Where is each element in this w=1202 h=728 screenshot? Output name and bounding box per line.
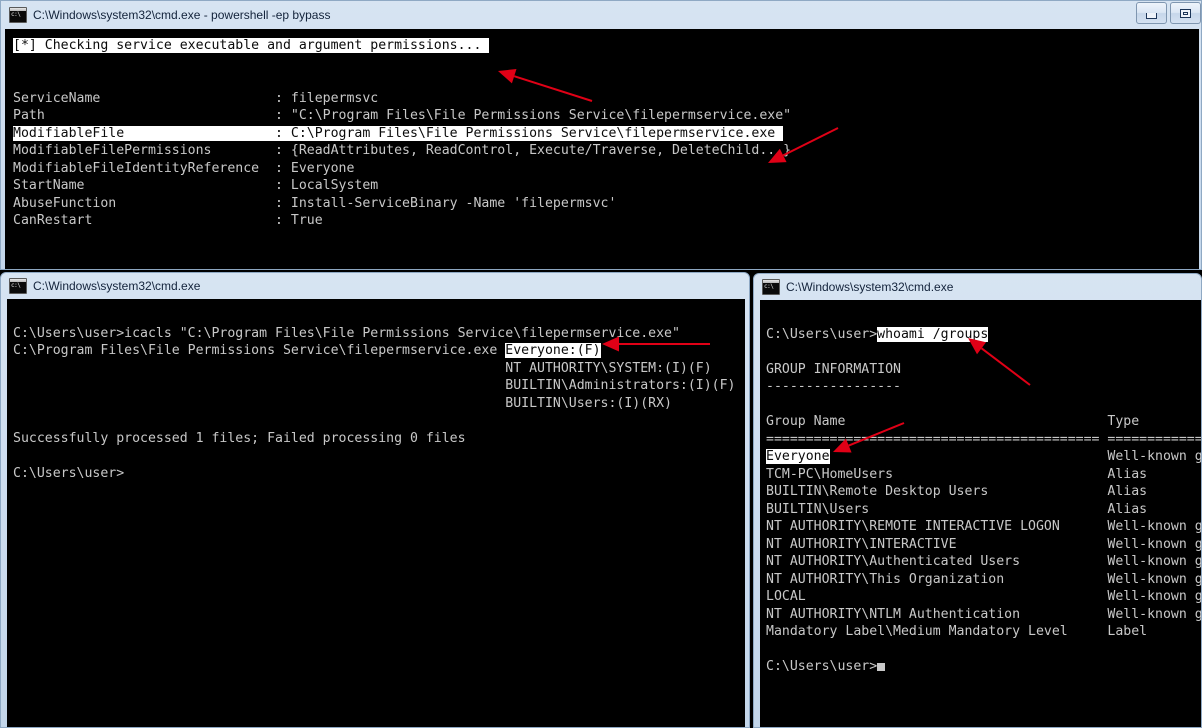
console-text: C:\Users\user>icacls "C:\Program Files\F… bbox=[13, 326, 680, 341]
console-text: C:\Program Files\File Permissions Servic… bbox=[13, 343, 505, 358]
console-text: ========================================… bbox=[766, 432, 1201, 447]
console-output-whoami[interactable]: C:\Users\user>whoami /groups GROUP INFOR… bbox=[760, 300, 1201, 727]
console-line: Path : "C:\Program Files\File Permission… bbox=[13, 107, 1199, 125]
console-text: C:\Users\user> bbox=[13, 466, 124, 481]
console-text: ModifiableFilePermissions : {ReadAttribu… bbox=[13, 143, 791, 158]
console-line: C:\Users\user> bbox=[13, 465, 745, 483]
console-text: BUILTIN\Users Alias bbox=[766, 502, 1147, 517]
console-line: Everyone Well-known group bbox=[766, 448, 1201, 466]
console-text: ServiceName : filepermsvc bbox=[13, 91, 378, 106]
console-text: Successfully processed 1 files; Failed p… bbox=[13, 431, 466, 446]
highlighted-text: whoami /groups bbox=[877, 327, 988, 342]
console-text: BUILTIN\Remote Desktop Users Alias bbox=[766, 484, 1147, 499]
console-output-icacls[interactable]: C:\Users\user>icacls "C:\Program Files\F… bbox=[7, 299, 745, 727]
console-text: BUILTIN\Administrators:(I)(F) bbox=[13, 378, 736, 393]
highlighted-text: [*] Checking service executable and argu… bbox=[13, 38, 489, 53]
console-line: TCM-PC\HomeUsers Alias bbox=[766, 466, 1201, 484]
restore-icon bbox=[1180, 9, 1191, 18]
console-text: NT AUTHORITY\INTERACTIVE Well-known grou… bbox=[766, 537, 1201, 552]
window-cmd-icacls[interactable]: C:\Windows\system32\cmd.exe C:\Users\use… bbox=[0, 272, 750, 728]
console-text: C:\Users\user> bbox=[766, 327, 877, 342]
console-text: Mandatory Label\Medium Mandatory Level L… bbox=[766, 624, 1147, 639]
restore-button[interactable] bbox=[1170, 2, 1201, 24]
cmd-icon bbox=[9, 7, 27, 23]
window-title-text: C:\Windows\system32\cmd.exe bbox=[33, 279, 200, 293]
console-line: Mandatory Label\Medium Mandatory Level L… bbox=[766, 623, 1201, 641]
console-text: BUILTIN\Users:(I)(RX) bbox=[13, 396, 672, 411]
console-text: Group Name Type bbox=[766, 414, 1139, 429]
console-line bbox=[13, 72, 1199, 90]
console-text: Well-known group bbox=[830, 449, 1201, 464]
window-controls[interactable] bbox=[1136, 2, 1201, 24]
console-line: StartName : LocalSystem bbox=[13, 177, 1199, 195]
console-line: [*] Checking service executable and argu… bbox=[13, 37, 1199, 55]
console-text: NT AUTHORITY\SYSTEM:(I)(F) bbox=[13, 361, 712, 376]
console-line: NT AUTHORITY\REMOTE INTERACTIVE LOGON We… bbox=[766, 518, 1201, 536]
cmd-icon bbox=[762, 279, 780, 295]
console-line: NT AUTHORITY\INTERACTIVE Well-known grou… bbox=[766, 536, 1201, 554]
console-line: BUILTIN\Administrators:(I)(F) bbox=[13, 377, 745, 395]
console-line bbox=[13, 55, 1199, 73]
window-title-text: C:\Windows\system32\cmd.exe - powershell… bbox=[33, 8, 330, 22]
console-line: BUILTIN\Remote Desktop Users Alias bbox=[766, 483, 1201, 501]
console-text: Path : "C:\Program Files\File Permission… bbox=[13, 108, 791, 123]
console-line: LOCAL Well-known group bbox=[766, 588, 1201, 606]
console-text: StartName : LocalSystem bbox=[13, 178, 378, 193]
console-text: TCM-PC\HomeUsers Alias bbox=[766, 467, 1147, 482]
console-line: ModifiableFilePermissions : {ReadAttribu… bbox=[13, 142, 1199, 160]
console-text: GROUP INFORMATION bbox=[766, 362, 901, 377]
console-text: ModifiableFileIdentityReference : Everyo… bbox=[13, 161, 354, 176]
console-line bbox=[13, 412, 745, 430]
window-titlebar-cmd-whoami[interactable]: C:\Windows\system32\cmd.exe bbox=[754, 274, 1201, 300]
console-output-powershell[interactable]: [*] Checking service executable and argu… bbox=[5, 29, 1199, 269]
window-titlebar-powershell[interactable]: C:\Windows\system32\cmd.exe - powershell… bbox=[1, 1, 1201, 29]
console-text: NT AUTHORITY\This Organization Well-know… bbox=[766, 572, 1201, 587]
window-titlebar-cmd-icacls[interactable]: C:\Windows\system32\cmd.exe bbox=[1, 273, 749, 299]
console-line: GROUP INFORMATION bbox=[766, 361, 1201, 379]
console-line bbox=[766, 343, 1201, 361]
console-text: CanRestart : True bbox=[13, 213, 323, 228]
minimize-icon bbox=[1146, 13, 1157, 19]
console-line: NT AUTHORITY\This Organization Well-know… bbox=[766, 571, 1201, 589]
console-line: ServiceName : filepermsvc bbox=[13, 90, 1199, 108]
console-text: C:\Users\user> bbox=[766, 659, 877, 674]
console-line bbox=[766, 308, 1201, 326]
highlighted-text: ModifiableFile : C:\Program Files\File P… bbox=[13, 126, 783, 141]
console-line: Successfully processed 1 files; Failed p… bbox=[13, 430, 745, 448]
console-line: BUILTIN\Users Alias bbox=[766, 501, 1201, 519]
console-line: Group Name Type bbox=[766, 413, 1201, 431]
console-line bbox=[13, 447, 745, 465]
console-line bbox=[766, 641, 1201, 659]
console-text: AbuseFunction : Install-ServiceBinary -N… bbox=[13, 196, 616, 211]
console-line bbox=[13, 307, 745, 325]
window-powershell[interactable]: C:\Windows\system32\cmd.exe - powershell… bbox=[0, 0, 1202, 270]
console-line: ModifiableFileIdentityReference : Everyo… bbox=[13, 160, 1199, 178]
console-line: AbuseFunction : Install-ServiceBinary -N… bbox=[13, 195, 1199, 213]
console-line: C:\Users\user>icacls "C:\Program Files\F… bbox=[13, 325, 745, 343]
minimize-button[interactable] bbox=[1136, 2, 1167, 24]
console-line: NT AUTHORITY\Authenticated Users Well-kn… bbox=[766, 553, 1201, 571]
console-line: ModifiableFile : C:\Program Files\File P… bbox=[13, 125, 1199, 143]
console-text: NT AUTHORITY\Authenticated Users Well-kn… bbox=[766, 554, 1201, 569]
console-text: ----------------- bbox=[766, 379, 901, 394]
text-cursor bbox=[877, 663, 885, 671]
console-line: C:\Program Files\File Permissions Servic… bbox=[13, 342, 745, 360]
cmd-icon bbox=[9, 278, 27, 294]
window-title-text: C:\Windows\system32\cmd.exe bbox=[786, 280, 953, 294]
console-line: NT AUTHORITY\SYSTEM:(I)(F) bbox=[13, 360, 745, 378]
console-line: ========================================… bbox=[766, 431, 1201, 449]
console-line: ----------------- bbox=[766, 378, 1201, 396]
console-text: NT AUTHORITY\REMOTE INTERACTIVE LOGON We… bbox=[766, 519, 1201, 534]
console-line: C:\Users\user>whoami /groups bbox=[766, 326, 1201, 344]
highlighted-text: Everyone:(F) bbox=[505, 343, 600, 358]
console-line: C:\Users\user> bbox=[766, 658, 1201, 676]
console-line bbox=[766, 396, 1201, 414]
console-line: BUILTIN\Users:(I)(RX) bbox=[13, 395, 745, 413]
highlighted-text: Everyone bbox=[766, 449, 830, 464]
console-line: CanRestart : True bbox=[13, 212, 1199, 230]
console-text: LOCAL Well-known group bbox=[766, 589, 1201, 604]
window-cmd-whoami[interactable]: C:\Windows\system32\cmd.exe C:\Users\use… bbox=[753, 273, 1202, 728]
console-text: NT AUTHORITY\NTLM Authentication Well-kn… bbox=[766, 607, 1201, 622]
console-line: NT AUTHORITY\NTLM Authentication Well-kn… bbox=[766, 606, 1201, 624]
